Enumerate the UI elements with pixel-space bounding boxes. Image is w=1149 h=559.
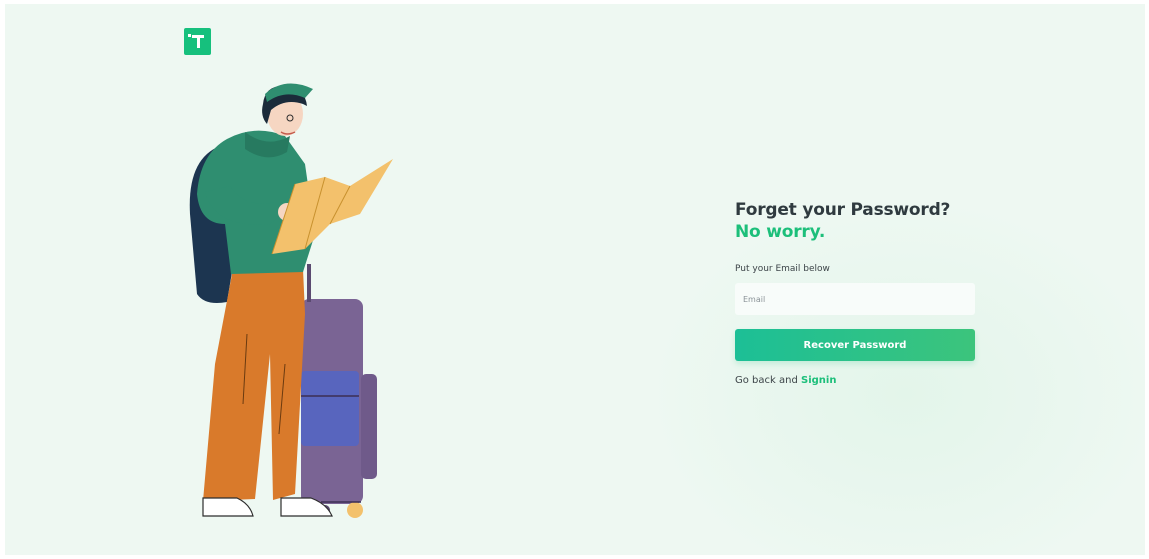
page-frame: Forget your Password? No worry. Put your… bbox=[5, 4, 1145, 555]
suitcase-icon bbox=[301, 264, 377, 518]
brand-logo[interactable] bbox=[184, 28, 211, 55]
trousers-icon bbox=[203, 269, 305, 501]
shoes-icon bbox=[202, 497, 333, 517]
email-label: Put your Email below bbox=[735, 264, 830, 274]
page-title: Forget your Password? bbox=[735, 200, 951, 220]
traveler-illustration bbox=[189, 83, 393, 518]
recover-form: Forget your Password? No worry. Put your… bbox=[735, 199, 975, 388]
email-input[interactable] bbox=[735, 283, 975, 315]
head-icon bbox=[262, 83, 313, 136]
page-subtitle: No worry. bbox=[735, 222, 826, 242]
recover-password-button[interactable]: Recover Password bbox=[735, 329, 975, 361]
back-text: Go back and bbox=[735, 375, 798, 386]
signin-link[interactable]: Signin bbox=[801, 375, 836, 386]
logo-dot bbox=[188, 34, 191, 37]
logo-bar-stem bbox=[197, 35, 200, 48]
back-to-signin: Go back and Signin bbox=[735, 374, 975, 388]
